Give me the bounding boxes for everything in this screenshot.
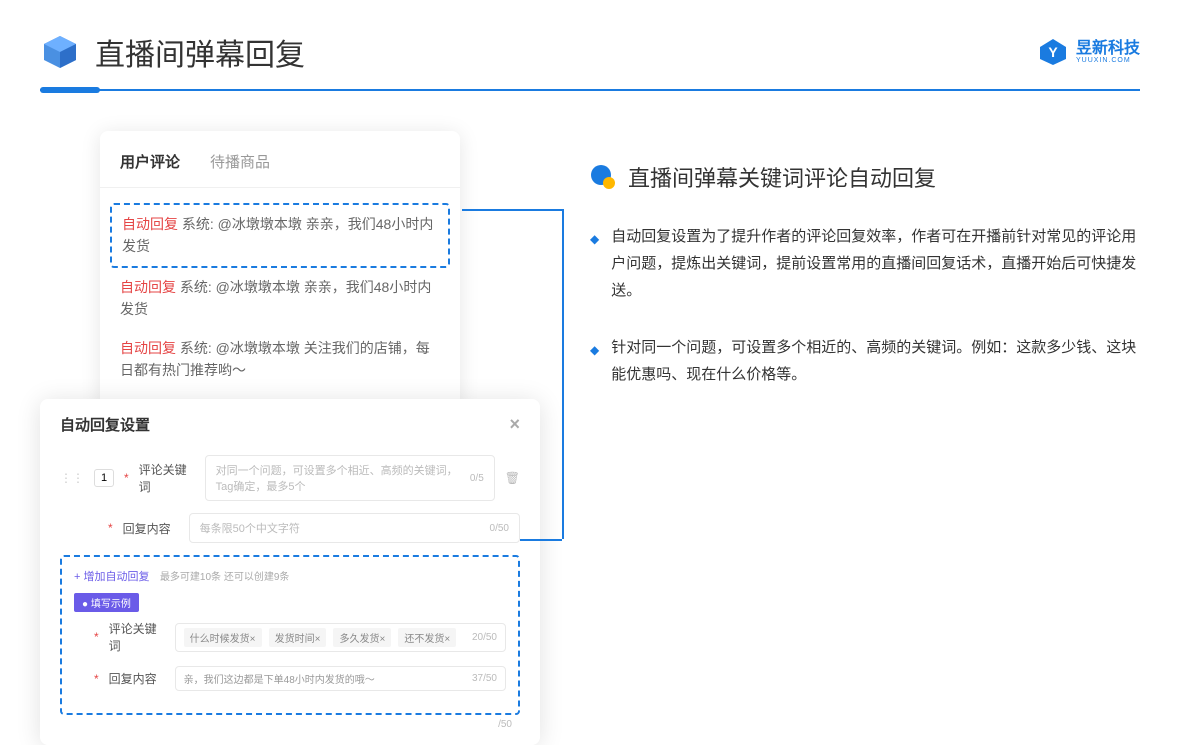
- logo-icon: Y: [1038, 37, 1068, 67]
- cube-icon: [40, 32, 80, 72]
- bullet-point: ◆ 自动回复设置为了提升作者的评论回复效率，作者可在开播前针对常见的评论用户问题…: [590, 223, 1140, 304]
- tag-chip: 还不发货×: [398, 628, 456, 647]
- logo-text-en: YUUXIN.COM: [1076, 57, 1140, 64]
- settings-panel: 自动回复设置 × ⋮⋮ 1 * 评论关键词 对同一个问题，可设置多个相近、高频的…: [40, 399, 540, 745]
- auto-reply-tag: 自动回复: [120, 340, 176, 356]
- keyword-input[interactable]: 对同一个问题，可设置多个相近、高频的关键词，Tag确定，最多5个 0/5: [205, 455, 495, 501]
- example-content-input[interactable]: 亲，我们这边都是下单48小时内发货的哦～ 37/50: [175, 666, 506, 691]
- comment-item: 自动回复 系统: @冰墩墩本墩 关注我们的店铺，每日都有热门推荐哟～: [100, 329, 460, 390]
- tag-chip: 多久发货×: [333, 628, 391, 647]
- diamond-icon: ◆: [590, 340, 599, 388]
- auto-reply-tag: 自动回复: [120, 279, 176, 295]
- close-icon[interactable]: ×: [509, 414, 520, 435]
- connector-line: [520, 539, 562, 541]
- example-kw-input[interactable]: 什么时候发货× 发货时间× 多久发货× 还不发货× 20/50: [175, 623, 506, 652]
- tag-chip: 什么时候发货×: [184, 628, 262, 647]
- bubble-icon: [590, 164, 616, 190]
- example-content-label: 回复内容: [109, 670, 165, 687]
- row-index: 1: [94, 469, 114, 487]
- bullet-point: ◆ 针对同一个问题，可设置多个相近的、高频的关键词。例如：这款多少钱、这块能优惠…: [590, 334, 1140, 388]
- example-kw-label: 评论关键词: [109, 620, 165, 654]
- add-hint: 最多可建10条 还可以创建9条: [160, 572, 289, 583]
- logo: Y 昱新科技 YUUXIN.COM: [1038, 37, 1140, 67]
- extra-counter: /50: [60, 715, 520, 730]
- comment-highlighted: 自动回复 系统: @冰墩墩本墩 亲亲，我们48小时内发货: [110, 203, 450, 268]
- add-auto-reply[interactable]: + 增加自动回复: [74, 571, 149, 583]
- example-box: + 增加自动回复 最多可建10条 还可以创建9条 ● 填写示例 * 评论关键词 …: [60, 555, 520, 715]
- logo-text-cn: 昱新科技: [1076, 41, 1140, 57]
- comment-item: 自动回复 系统: @冰墩墩本墩 亲亲，我们48小时内发货: [100, 268, 460, 329]
- connector-line: [462, 209, 562, 211]
- comments-panel: 用户评论 待播商品 自动回复 系统: @冰墩墩本墩 亲亲，我们48小时内发货 自…: [100, 131, 460, 409]
- svg-text:Y: Y: [1048, 44, 1058, 60]
- section-title: 直播间弹幕关键词评论自动回复: [628, 161, 936, 193]
- tab-products[interactable]: 待播商品: [210, 151, 270, 172]
- content-label: 回复内容: [123, 520, 179, 537]
- keyword-label: 评论关键词: [139, 461, 195, 495]
- auto-reply-tag: 自动回复: [122, 216, 178, 232]
- content-input[interactable]: 每条限50个中文字符 0/50: [189, 513, 520, 543]
- drag-icon[interactable]: ⋮⋮: [60, 471, 84, 485]
- settings-title: 自动回复设置: [60, 414, 150, 435]
- page-title: 直播间弹幕回复: [95, 30, 305, 74]
- tab-user-comments[interactable]: 用户评论: [120, 151, 180, 172]
- connector-line: [562, 209, 564, 539]
- tag-chip: 发货时间×: [269, 628, 327, 647]
- delete-icon[interactable]: 🗑: [505, 471, 520, 485]
- diamond-icon: ◆: [590, 229, 599, 304]
- example-badge: ● 填写示例: [74, 593, 139, 612]
